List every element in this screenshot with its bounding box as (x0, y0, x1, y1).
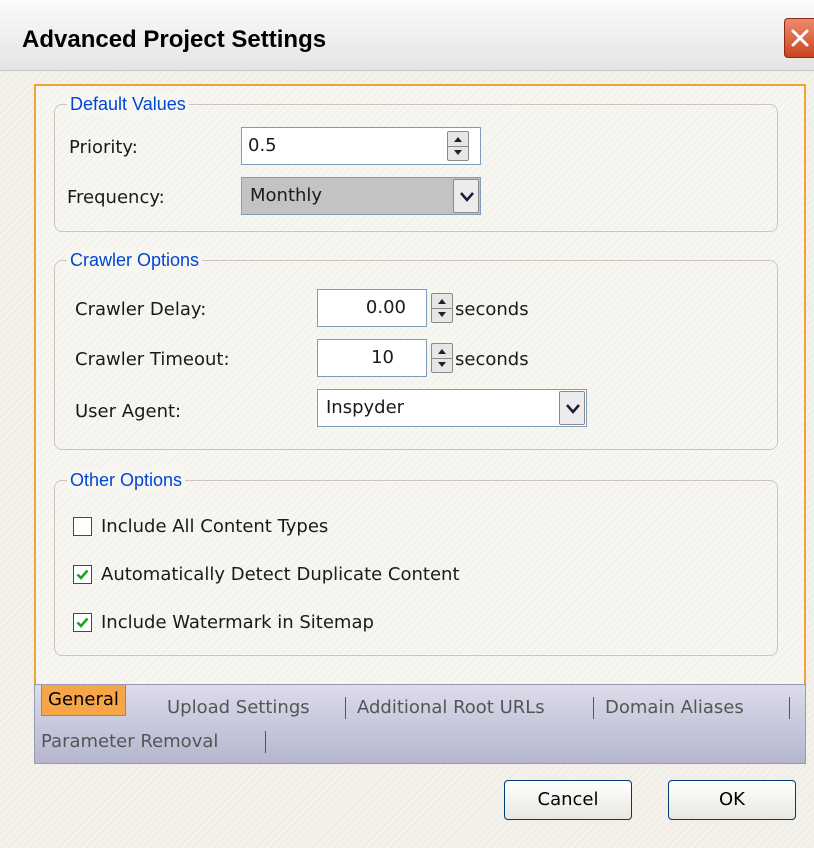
crawler-delay-label: Crawler Delay: (75, 299, 207, 320)
priority-value: 0.5 (248, 135, 277, 156)
close-button[interactable] (784, 18, 814, 58)
close-icon (791, 29, 809, 47)
arrow-up-icon (438, 299, 446, 304)
arrow-down-icon (454, 150, 462, 155)
arrow-up-icon (438, 349, 446, 354)
cancel-button[interactable]: Cancel (504, 780, 632, 820)
ok-button[interactable]: OK (668, 780, 796, 820)
other-options-legend: Other Options (67, 469, 186, 491)
crawler-delay-spin-up[interactable] (432, 294, 452, 309)
window-title: Advanced Project Settings (22, 26, 327, 53)
priority-spin-up[interactable] (448, 132, 468, 147)
user-agent-dropdown-button[interactable] (559, 391, 585, 425)
checkmark-icon (76, 617, 89, 628)
tab-domain-aliases[interactable]: Domain Aliases (605, 697, 744, 719)
include-all-content-types-label: Include All Content Types (101, 516, 329, 537)
crawler-timeout-spinner[interactable] (431, 343, 453, 373)
tab-upload-settings[interactable]: Upload Settings (167, 697, 310, 719)
default-values-group: Default Values Priority: 0.5 Frequency: … (54, 93, 778, 232)
crawler-timeout-value: 10 (371, 347, 394, 368)
crawler-options-group: Crawler Options Crawler Delay: 0.00 seco… (54, 249, 778, 450)
priority-input[interactable]: 0.5 (241, 127, 481, 165)
detect-duplicate-content-label: Automatically Detect Duplicate Content (101, 564, 460, 585)
chevron-down-icon (460, 192, 474, 202)
arrow-down-icon (438, 362, 446, 367)
settings-tab-strip: General Upload Settings Additional Root … (34, 684, 806, 764)
advanced-project-settings-dialog: Advanced Project Settings Default Values… (0, 0, 814, 848)
tab-additional-root-urls[interactable]: Additional Root URLs (357, 697, 545, 719)
tab-parameter-removal[interactable]: Parameter Removal (41, 731, 218, 753)
user-agent-select[interactable]: Inspyder (317, 389, 587, 427)
title-bar[interactable]: Advanced Project Settings (0, 0, 814, 71)
frequency-label: Frequency: (67, 187, 165, 208)
priority-spinner[interactable] (447, 131, 469, 161)
crawler-options-legend: Crawler Options (67, 249, 203, 271)
crawler-delay-unit: seconds (455, 299, 529, 320)
crawler-timeout-input[interactable]: 10 (317, 339, 427, 377)
default-values-legend: Default Values (67, 93, 189, 115)
crawler-timeout-spin-down[interactable] (432, 358, 452, 372)
include-watermark-checkbox[interactable] (73, 613, 92, 632)
user-agent-label: User Agent: (75, 401, 182, 422)
frequency-select[interactable]: Monthly (241, 177, 481, 215)
frequency-value: Monthly (250, 185, 323, 206)
other-options-group: Other Options Include All Content Types … (54, 469, 778, 656)
checkmark-icon (76, 569, 89, 580)
general-tab-panel: Default Values Priority: 0.5 Frequency: … (34, 84, 806, 684)
crawler-timeout-unit: seconds (455, 349, 529, 370)
tab-general[interactable]: General (41, 685, 126, 716)
include-all-content-types-checkbox[interactable] (73, 517, 92, 536)
arrow-up-icon (454, 137, 462, 142)
include-watermark-label: Include Watermark in Sitemap (101, 612, 374, 633)
crawler-delay-spin-down[interactable] (432, 308, 452, 322)
tab-separator (593, 697, 594, 719)
priority-label: Priority: (69, 137, 138, 158)
crawler-timeout-spin-up[interactable] (432, 344, 452, 359)
tab-separator (345, 697, 346, 719)
user-agent-value: Inspyder (326, 397, 405, 418)
tab-separator (265, 731, 266, 753)
chevron-down-icon (566, 404, 580, 414)
crawler-delay-value: 0.00 (365, 297, 406, 318)
priority-spin-down[interactable] (448, 146, 468, 160)
tab-separator (789, 697, 790, 719)
crawler-delay-spinner[interactable] (431, 293, 453, 323)
crawler-timeout-label: Crawler Timeout: (75, 349, 230, 370)
detect-duplicate-content-checkbox[interactable] (73, 565, 92, 584)
crawler-delay-input[interactable]: 0.00 (317, 289, 427, 327)
arrow-down-icon (438, 312, 446, 317)
frequency-dropdown-button[interactable] (453, 179, 479, 213)
